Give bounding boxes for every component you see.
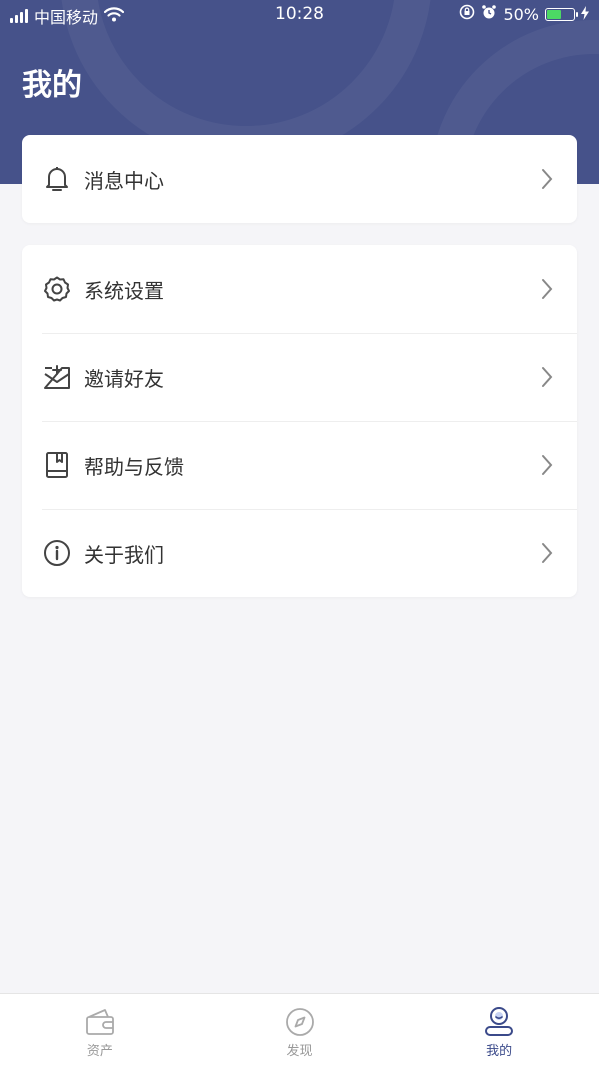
chevron-right-icon xyxy=(537,279,557,299)
bell-icon xyxy=(42,164,72,194)
tab-assets[interactable]: 资产 xyxy=(0,994,200,1066)
chevron-right-icon xyxy=(537,367,557,387)
menu-item-label: 系统设置 xyxy=(84,278,164,303)
menu-item-label: 帮助与反馈 xyxy=(84,454,184,479)
gear-icon xyxy=(42,274,72,304)
tab-bar: 资产 发现 我的 xyxy=(0,993,599,1066)
battery-icon xyxy=(545,7,578,21)
chevron-right-icon xyxy=(537,455,557,475)
message-card: 消息中心 xyxy=(22,135,577,223)
battery-percent: 50% xyxy=(503,4,539,24)
menu-item-label: 邀请好友 xyxy=(84,366,164,391)
book-icon xyxy=(42,450,72,480)
menu-item-help-feedback[interactable]: 帮助与反馈 xyxy=(22,421,577,509)
settings-card: 系统设置 邀请好友 帮助与反馈 关于我们 xyxy=(22,245,577,597)
info-icon xyxy=(42,538,72,568)
tab-discover[interactable]: 发现 xyxy=(200,994,400,1066)
menu-item-invite-friends[interactable]: 邀请好友 xyxy=(22,333,577,421)
menu-item-system-settings[interactable]: 系统设置 xyxy=(22,245,577,333)
profile-icon xyxy=(483,1006,515,1038)
tab-label: 发现 xyxy=(286,1044,313,1059)
chevron-right-icon xyxy=(537,169,557,189)
tab-label: 资产 xyxy=(86,1044,113,1059)
tab-mine[interactable]: 我的 xyxy=(399,994,599,1066)
menu-item-about-us[interactable]: 关于我们 xyxy=(22,509,577,597)
invite-mail-icon xyxy=(42,362,72,392)
tab-label: 我的 xyxy=(486,1044,513,1059)
chevron-right-icon xyxy=(537,543,557,563)
charging-icon xyxy=(581,5,589,24)
alarm-icon xyxy=(481,4,497,24)
status-bar: 中国移动 10:28 50% xyxy=(0,0,599,30)
wallet-icon xyxy=(84,1006,116,1038)
menu-item-message-center[interactable]: 消息中心 xyxy=(22,135,577,223)
compass-icon xyxy=(284,1006,316,1038)
rotation-lock-icon xyxy=(459,4,475,24)
page-title: 我的 xyxy=(22,68,82,103)
menu-item-label: 关于我们 xyxy=(84,542,164,567)
menu-item-label: 消息中心 xyxy=(84,168,164,193)
